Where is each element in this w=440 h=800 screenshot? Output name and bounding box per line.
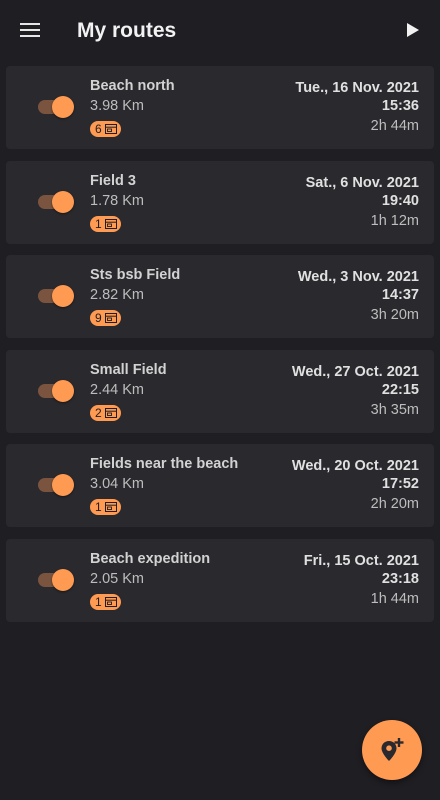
route-distance: 2.05 Km: [90, 570, 144, 587]
toggle-thumb: [52, 96, 74, 118]
toggle-thumb: [52, 379, 74, 402]
photo-count-badge: 6: [90, 121, 121, 137]
route-card[interactable]: Fields near the beach 3.04 Km 1 Wed., 20…: [6, 444, 434, 527]
photo-count-badge: 2: [90, 404, 121, 421]
image-stack-icon: [104, 407, 117, 418]
route-name: Beach north: [90, 78, 175, 94]
route-toggle[interactable]: [38, 95, 74, 119]
route-toggle[interactable]: [38, 284, 74, 308]
route-distance: 1.78 Km: [90, 192, 144, 209]
photo-count: 9: [95, 311, 102, 325]
route-duration: 1h 12m: [370, 212, 419, 229]
route-card[interactable]: Field 3 1.78 Km 1 Sat., 6 Nov. 2021 19:4…: [6, 160, 434, 244]
toggle-thumb: [52, 190, 74, 213]
toggle-thumb: [52, 285, 74, 307]
route-distance: 3.04 Km: [90, 476, 144, 492]
add-route-button[interactable]: [362, 720, 422, 780]
route-date: Sat., 6 Nov. 2021: [305, 174, 419, 191]
toggle-thumb: [52, 568, 74, 591]
route-distance: 2.44 Km: [90, 381, 144, 398]
route-card[interactable]: Small Field 2.44 Km 2 Wed., 27 Oct. 2021…: [6, 349, 434, 433]
image-stack-icon: [104, 124, 117, 134]
photo-count: 6: [95, 122, 102, 136]
route-date: Fri., 15 Oct. 2021: [303, 552, 419, 569]
page-title: My routes: [77, 19, 177, 42]
route-time: 22:15: [381, 381, 419, 398]
route-toggle[interactable]: [38, 568, 74, 592]
route-name: Field 3: [90, 172, 136, 189]
play-icon: [407, 23, 419, 37]
play-button[interactable]: [400, 18, 424, 42]
route-duration: 1h 44m: [370, 590, 419, 607]
photo-count-badge: 9: [90, 310, 121, 326]
photo-count: 1: [95, 216, 102, 231]
route-name: Beach expedition: [90, 550, 211, 567]
toggle-thumb: [52, 474, 74, 496]
photo-count: 2: [95, 405, 102, 420]
image-stack-icon: [104, 218, 117, 229]
route-duration: 2h 20m: [370, 496, 419, 512]
route-time: 15:36: [381, 98, 419, 114]
add-location-icon: [381, 738, 404, 761]
route-duration: 2h 44m: [370, 118, 419, 134]
photo-count-badge: 1: [90, 499, 121, 515]
route-time: 17:52: [381, 476, 419, 492]
route-date: Tue., 16 Nov. 2021: [295, 80, 419, 96]
route-name: Fields near the beach: [90, 456, 239, 472]
route-card[interactable]: Beach expedition 2.05 Km 1 Fri., 15 Oct.…: [6, 538, 434, 622]
photo-count-badge: 1: [90, 215, 121, 232]
route-time: 19:40: [381, 192, 419, 209]
route-name: Small Field: [90, 361, 167, 378]
route-duration: 3h 20m: [370, 307, 419, 323]
route-toggle[interactable]: [38, 190, 74, 214]
photo-count: 1: [95, 594, 102, 609]
photo-count-badge: 1: [90, 593, 121, 610]
route-date: Wed., 27 Oct. 2021: [291, 363, 419, 380]
route-toggle[interactable]: [38, 473, 74, 497]
image-stack-icon: [104, 502, 117, 512]
route-name: Sts bsb Field: [90, 267, 181, 283]
route-date: Wed., 3 Nov. 2021: [297, 269, 419, 285]
route-time: 23:18: [381, 570, 419, 587]
route-card[interactable]: Sts bsb Field 2.82 Km 9 Wed., 3 Nov. 202…: [6, 255, 434, 338]
menu-icon: [20, 23, 40, 37]
routes-list: Beach north 3.98 Km 6 Tue., 16 Nov. 2021…: [6, 66, 434, 633]
menu-button[interactable]: [18, 18, 42, 42]
route-date: Wed., 20 Oct. 2021: [291, 458, 419, 474]
route-time: 14:37: [381, 287, 419, 303]
image-stack-icon: [104, 596, 117, 607]
route-toggle[interactable]: [38, 379, 74, 403]
image-stack-icon: [104, 313, 117, 323]
photo-count: 1: [95, 500, 102, 514]
route-duration: 3h 35m: [370, 401, 419, 418]
app-bar: My routes: [0, 0, 440, 60]
route-distance: 3.98 Km: [90, 98, 144, 114]
route-distance: 2.82 Km: [90, 287, 144, 303]
route-card[interactable]: Beach north 3.98 Km 6 Tue., 16 Nov. 2021…: [6, 66, 434, 149]
